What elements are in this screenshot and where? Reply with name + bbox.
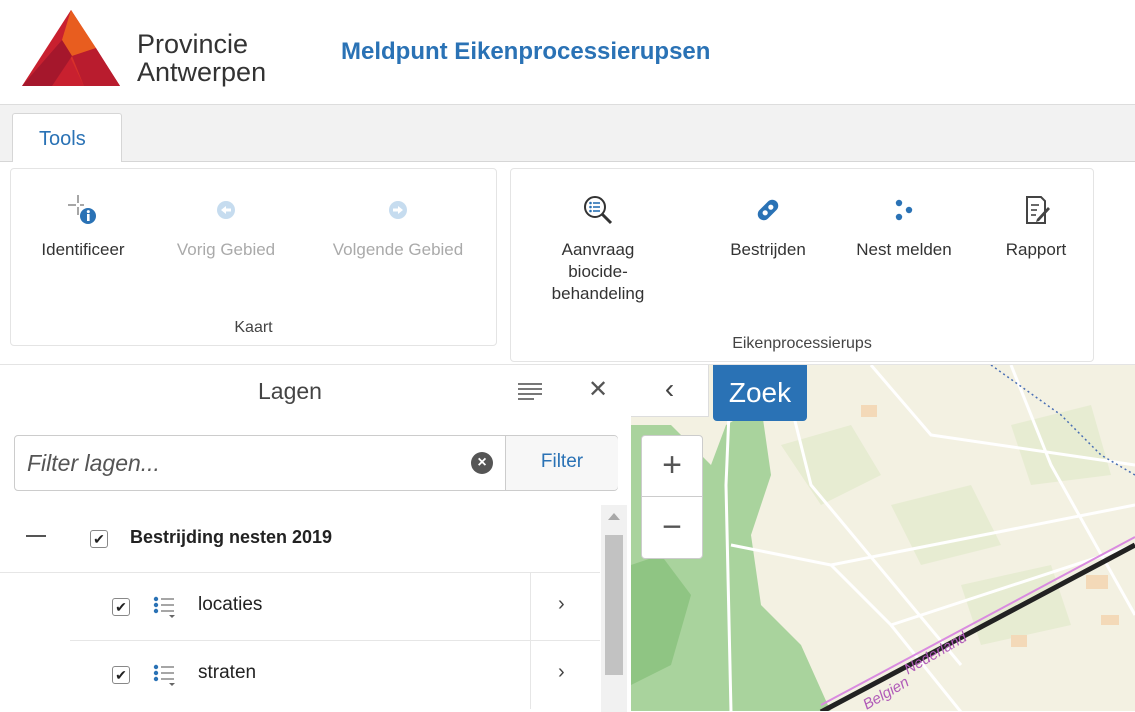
scroll-thumb[interactable] [605,535,623,675]
layer-tree-scrollbar[interactable] [601,505,627,712]
close-panel-icon[interactable]: ✕ [588,375,608,404]
map-view[interactable]: Nederland Belgien ‹ Zoek + − [631,364,1135,711]
biocide-request-label-line-2: biocide- [568,262,628,281]
row-divider [530,573,531,641]
combat-button[interactable]: Bestrijden [713,193,823,261]
layer-filter: × Filter [14,435,618,491]
zoom-out-button[interactable]: − [642,498,702,559]
ribbon: Identificeer Vorig Gebied Volgende Gebie… [0,162,1135,362]
identify-label: Identificeer [41,240,125,259]
biocide-request-label-line-1: Aanvraag [561,240,635,259]
identify-icon [68,195,96,224]
layer-checkbox[interactable]: ✔ [112,598,130,616]
report-nest-button[interactable]: Nest melden [839,193,969,261]
zoom-in-button[interactable]: + [642,436,702,497]
layer-row: ✔ straten › [70,641,600,709]
ribbon-group-eikenprocessierups: Aanvraag biocide- behandeling Bestrijden… [510,168,1094,362]
app-header: Provincie Antwerpen Meldpunt Eikenproces… [0,0,1135,104]
chevron-right-icon[interactable]: › [558,593,565,616]
collapse-icon[interactable] [26,535,46,537]
scroll-up-icon[interactable] [608,513,620,520]
tab-tools[interactable]: Tools [12,113,122,165]
layer-label: locaties [198,594,263,615]
layers-panel: Lagen ✕ × Filter ✔ Bestrijding nesten 20… [0,364,631,712]
layer-group-row: ✔ Bestrijding nesten 2019 [0,505,600,573]
layer-checkbox[interactable]: ✔ [112,666,130,684]
menu-icon[interactable] [518,381,542,401]
combat-label: Bestrijden [730,240,806,259]
filter-button[interactable]: Filter [505,436,618,490]
ribbon-group-kaart: Identificeer Vorig Gebied Volgende Gebie… [10,168,497,346]
report-nest-label: Nest melden [856,240,952,259]
dots-icon [895,199,913,221]
org-line-1: Provincie [137,29,249,59]
group-label-kaart: Kaart [234,319,273,336]
magnifier-list-icon [584,196,613,225]
org-line-2: Antwerpen [137,57,267,87]
group-label-eikenprocessierups: Eikenprocessierups [732,335,872,352]
legend-icon[interactable] [152,595,176,619]
province-logo [22,10,120,86]
next-extent-label: Volgende Gebied [332,240,464,259]
previous-extent-button[interactable]: Vorig Gebied [161,193,291,261]
previous-extent-label: Vorig Gebied [176,240,276,259]
bandage-icon [757,199,779,221]
biocide-request-label-line-3: behandeling [551,284,645,303]
report-label: Rapport [1005,240,1067,259]
next-extent-button[interactable]: Volgende Gebied [313,193,483,261]
arrow-left-icon [217,201,235,219]
search-button[interactable]: Zoek [713,365,807,421]
layer-row: ✔ locaties › [70,573,600,641]
panel-title: Lagen [258,378,322,404]
app-title: Meldpunt Eikenprocessierupsen [341,38,711,65]
row-divider [530,641,531,709]
report-icon [1026,196,1050,224]
layer-tree: ✔ Bestrijding nesten 2019 ✔ locaties › ✔ [0,505,600,712]
filter-layers-input[interactable] [15,436,503,490]
legend-icon[interactable] [152,663,176,687]
chevron-right-icon[interactable]: › [558,661,565,684]
clear-filter-icon[interactable]: × [471,452,493,474]
identify-button[interactable]: Identificeer [23,193,143,261]
biocide-request-button[interactable]: Aanvraag biocide- behandeling [533,193,663,305]
layer-label: straten [198,662,257,683]
layer-group-checkbox[interactable]: ✔ [90,530,108,548]
layer-group-label: Bestrijding nesten 2019 [130,527,333,547]
arrow-right-icon [389,201,407,219]
collapse-panel-button[interactable]: ‹ [631,365,709,417]
zoom-control: + − [641,435,703,559]
ribbon-tab-bar: Tools [0,104,1135,165]
org-name: Provincie Antwerpen [137,30,266,86]
report-button[interactable]: Rapport [991,193,1081,261]
